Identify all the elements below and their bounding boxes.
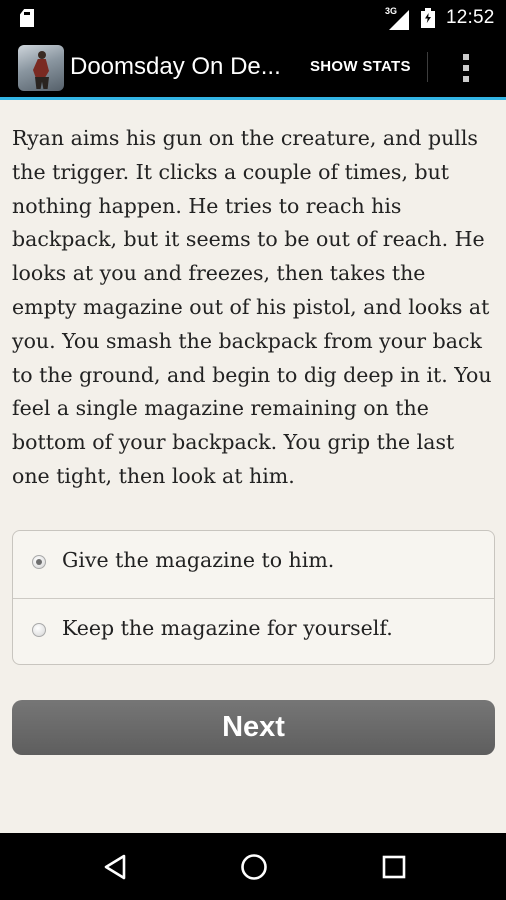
recents-icon[interactable] xyxy=(382,855,406,879)
app-title: Doomsday On De... xyxy=(70,53,281,80)
more-vertical-icon[interactable] xyxy=(460,52,472,84)
battery-charging-icon xyxy=(421,8,435,28)
status-clock: 12:52 xyxy=(446,7,495,28)
choice-option-keep[interactable]: Keep the magazine for yourself. xyxy=(13,598,494,666)
choice-option-give[interactable]: Give the magazine to him. xyxy=(13,531,494,598)
sd-card-icon xyxy=(20,9,34,27)
story-text: Ryan aims his gun on the creature, and p… xyxy=(12,126,492,488)
radio-unselected-icon[interactable] xyxy=(32,623,46,637)
choice-label: Give the magazine to him. xyxy=(62,548,335,572)
story-content: Ryan aims his gun on the creature, and p… xyxy=(0,100,506,833)
choice-group: Give the magazine to him. Keep the magaz… xyxy=(12,530,495,665)
action-bar-divider xyxy=(427,52,428,82)
app-icon[interactable] xyxy=(18,45,64,91)
navigation-bar xyxy=(0,833,506,900)
show-stats-button[interactable]: SHOW STATS xyxy=(310,58,411,75)
radio-selected-icon[interactable] xyxy=(32,555,46,569)
back-icon[interactable] xyxy=(103,854,127,880)
next-button[interactable]: Next xyxy=(12,700,495,755)
home-icon[interactable] xyxy=(240,853,268,881)
choice-label: Keep the magazine for yourself. xyxy=(62,616,393,640)
action-bar: Doomsday On De... SHOW STATS xyxy=(0,36,506,100)
signal-indicator: 3G xyxy=(385,6,411,30)
status-bar: 3G 12:52 xyxy=(0,0,506,36)
network-type-label: 3G xyxy=(385,6,398,16)
